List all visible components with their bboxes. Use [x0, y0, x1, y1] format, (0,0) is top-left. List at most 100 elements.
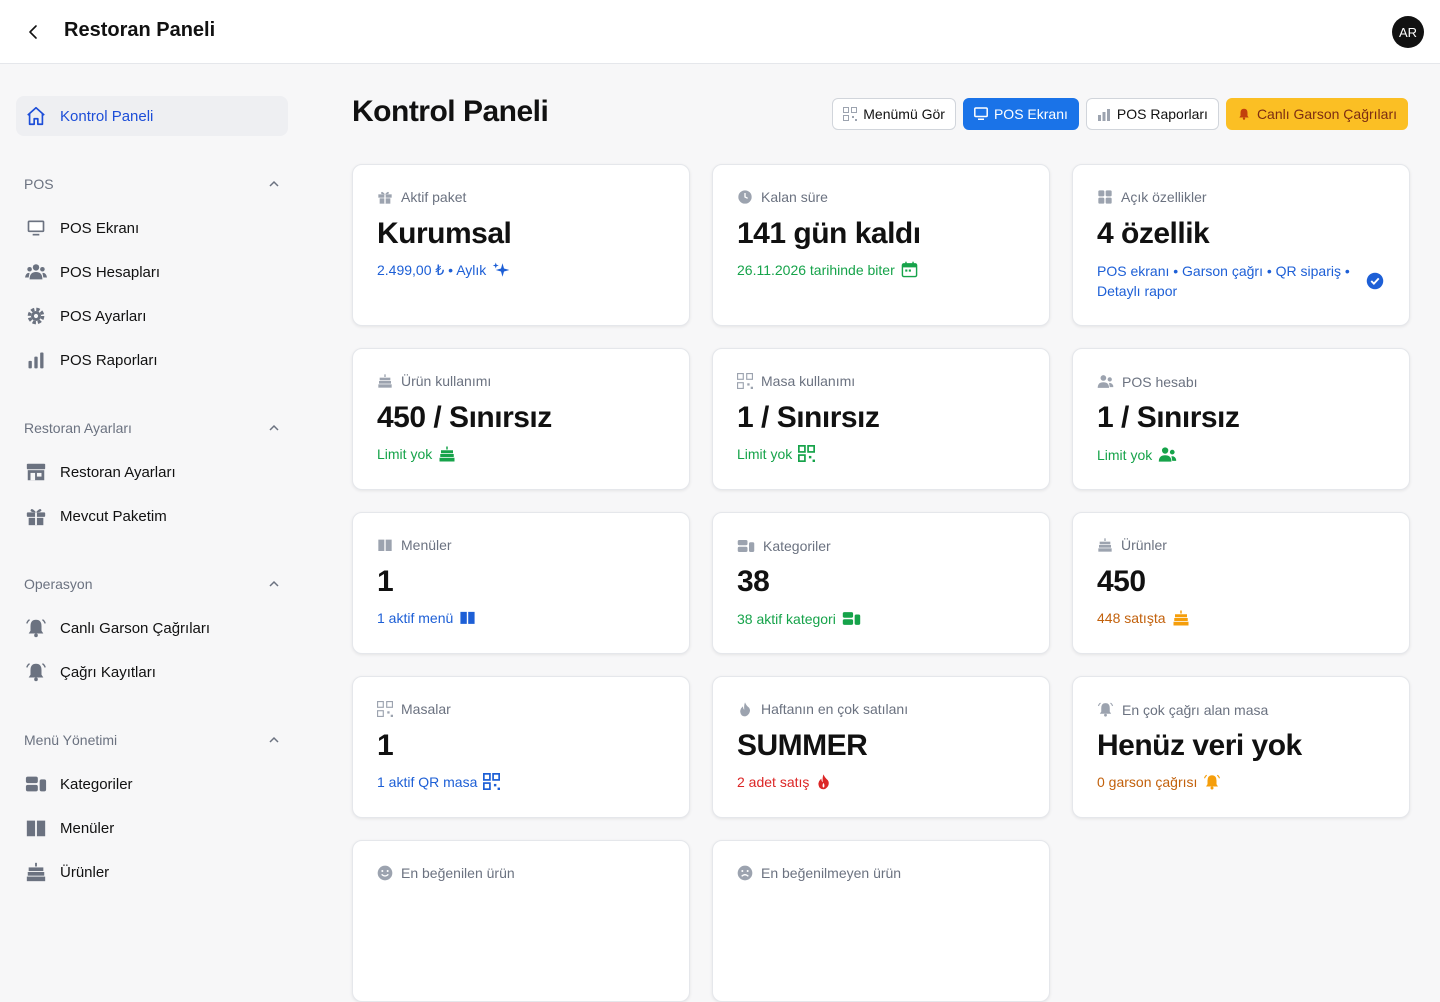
card-label: Masa kullanımı — [761, 373, 856, 389]
card-label: Kalan süre — [761, 189, 828, 205]
fire-icon — [818, 774, 830, 790]
card-subtext: Limit yok — [737, 445, 793, 462]
chevron-up-icon — [269, 580, 279, 587]
sidebar-item-products[interactable]: Ürünler — [16, 854, 288, 890]
top-bar: Restoran Paneli AR — [0, 0, 1440, 64]
card-subtext: 2 adet satış — [737, 773, 810, 790]
bar-chart-icon — [1097, 109, 1110, 121]
grid-icon — [1098, 190, 1112, 204]
group-title: Menü Yönetimi — [24, 732, 118, 748]
sidebar-item-label: Ürünler — [60, 863, 110, 881]
bell-icon — [24, 660, 48, 684]
monitor-icon — [24, 216, 48, 240]
button-label: POS Raporları — [1116, 106, 1208, 122]
card-value: 38 — [737, 565, 770, 598]
sidebar-item-categories[interactable]: Kategoriler — [16, 766, 288, 802]
live-calls-button[interactable]: Canlı Garson Çağrıları — [1225, 98, 1408, 130]
card-table-usage: Masa kullanımı 1 / Sınırsız Limit yok — [712, 348, 1050, 490]
card-subtext: 2.499,00 ₺ • Aylık — [377, 261, 487, 278]
categories-icon — [24, 772, 48, 796]
cake-icon — [439, 446, 455, 462]
card-active-package: Aktif paket Kurumsal 2.499,00 ₺ • Aylık — [352, 164, 690, 326]
group-operations[interactable]: Operasyon — [24, 572, 280, 596]
card-value: 450 / Sınırsız — [377, 401, 552, 434]
fire-icon — [740, 702, 750, 717]
cake-icon — [1098, 538, 1112, 552]
sidebar-item-label: Canlı Garson Çağrıları — [60, 619, 211, 637]
card-weekly-best-seller: Haftanın en çok satılanı SUMMER 2 adet s… — [712, 676, 1050, 818]
sidebar-item-menus[interactable]: Menüler — [16, 810, 288, 846]
users-icon — [1159, 447, 1177, 462]
card-value: 1 / Sınırsız — [1097, 401, 1240, 434]
button-label: Menümü Gör — [863, 106, 945, 122]
sidebar-item-call-logs[interactable]: Çağrı Kayıtları — [16, 654, 288, 690]
card-subtext: 0 garson çağrısı — [1097, 774, 1198, 790]
page-title: Kontrol Paneli — [352, 95, 549, 128]
users-icon — [24, 260, 48, 284]
sidebar-item-pos-reports[interactable]: POS Raporları — [16, 342, 288, 378]
card-products: Ürünler 450 448 satışta — [1072, 512, 1410, 654]
card-label: En beğenilmeyen ürün — [761, 865, 902, 881]
sidebar-item-dashboard[interactable]: Kontrol Paneli — [16, 96, 288, 136]
chevron-up-icon — [269, 424, 279, 431]
book-icon — [24, 816, 48, 840]
users-icon — [1097, 375, 1114, 388]
card-subtext: Limit yok — [377, 446, 433, 462]
button-label: POS Ekranı — [993, 106, 1068, 122]
qr-icon — [843, 107, 858, 121]
sidebar-item-label: Restoran Ayarları — [60, 463, 176, 481]
bell-icon — [1097, 702, 1114, 717]
sidebar-item-live-calls[interactable]: Canlı Garson Çağrıları — [16, 610, 288, 646]
categories-icon — [737, 540, 755, 552]
sidebar-item-current-package[interactable]: Mevcut Paketim — [16, 498, 288, 534]
avatar[interactable]: AR — [1392, 16, 1424, 48]
book-icon — [378, 539, 392, 551]
sidebar-item-pos-accounts[interactable]: POS Hesapları — [16, 254, 288, 290]
monitor-icon — [974, 107, 988, 120]
back-button[interactable] — [20, 18, 48, 46]
qr-icon — [798, 445, 816, 462]
sidebar: Kontrol Paneli POS POS Ekranı POS Hesapl… — [0, 65, 312, 900]
card-value: Henüz veri yok — [1097, 729, 1302, 762]
pos-screen-button[interactable]: POS Ekranı — [962, 98, 1079, 130]
sidebar-item-pos-screen[interactable]: POS Ekranı — [16, 210, 288, 246]
chevron-up-icon — [269, 736, 279, 743]
card-product-usage: Ürün kullanımı 450 / Sınırsız Limit yok — [352, 348, 690, 490]
group-title: POS — [24, 176, 54, 192]
app-title: Restoran Paneli — [64, 19, 216, 41]
card-label: Ürünler — [1121, 537, 1167, 553]
store-icon — [24, 460, 48, 484]
group-menu-management[interactable]: Menü Yönetimi — [24, 728, 280, 752]
smile-icon — [377, 865, 393, 881]
book-icon — [460, 611, 475, 624]
bell-icon — [24, 616, 48, 640]
sidebar-item-label: Mevcut Paketim — [60, 507, 167, 525]
frown-icon — [737, 865, 753, 881]
card-label: Haftanın en çok satılanı — [761, 701, 909, 717]
card-subtext: POS ekranı • Garson çağrı • QR sipariş •… — [1097, 263, 1350, 299]
card-least-liked-product: En beğenilmeyen ürün — [712, 840, 1050, 1002]
categories-icon — [842, 612, 861, 625]
pos-reports-button[interactable]: POS Raporları — [1085, 98, 1219, 130]
card-most-called-table: En çok çağrı alan masa Henüz veri yok 0 … — [1072, 676, 1410, 818]
card-value: 1 — [377, 729, 394, 762]
group-title: Operasyon — [24, 576, 93, 592]
card-pos-account: POS hesabı 1 / Sınırsız Limit yok — [1072, 348, 1410, 490]
bell-icon — [1239, 108, 1249, 120]
group-pos[interactable]: POS — [24, 172, 280, 196]
card-value: 4 özellik — [1097, 217, 1210, 250]
gear-icon — [24, 304, 48, 328]
sidebar-item-label: POS Raporları — [60, 351, 158, 369]
card-most-liked-product: En beğenilen ürün — [352, 840, 690, 1002]
view-menu-button[interactable]: Menümü Gör — [832, 98, 956, 130]
card-label: Aktif paket — [401, 189, 467, 205]
card-value: 450 — [1097, 565, 1146, 598]
sidebar-item-label: Kategoriler — [60, 775, 133, 793]
button-label: Canlı Garson Çağrıları — [1256, 106, 1397, 122]
sidebar-item-pos-settings[interactable]: POS Ayarları — [16, 298, 288, 334]
card-label: Masalar — [401, 701, 451, 717]
sidebar-item-restaurant-settings[interactable]: Restoran Ayarları — [16, 454, 288, 490]
home-icon — [24, 104, 48, 128]
group-restaurant-settings[interactable]: Restoran Ayarları — [24, 416, 280, 440]
sidebar-item-label: Menüler — [60, 819, 115, 837]
